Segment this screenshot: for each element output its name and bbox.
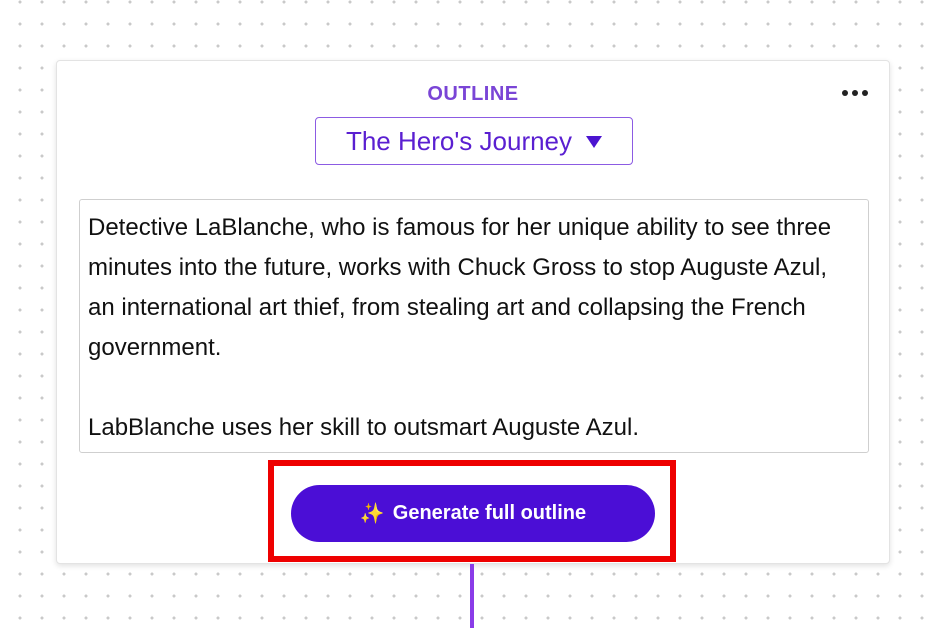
outline-template-select[interactable]: The Hero's Journey [315, 117, 633, 165]
generate-full-outline-button[interactable]: ✨ Generate full outline [291, 485, 655, 542]
sparkles-icon: ✨ [359, 503, 385, 525]
connector-line [470, 564, 474, 628]
caret-down-icon [586, 136, 603, 148]
premise-paragraph-1: Detective LaBlanche, who is famous for h… [88, 214, 838, 361]
card-label: OUTLINE [427, 83, 519, 105]
premise-textarea[interactable]: Detective LaBlanche, who is famous for h… [79, 199, 869, 453]
premise-paragraph-2: LabBlanche uses her skill to outsmart Au… [88, 414, 639, 441]
more-options-button[interactable] [837, 83, 873, 103]
generate-button-label: Generate full outline [392, 502, 587, 524]
more-icon-dot [862, 90, 868, 96]
select-value: The Hero's Journey [345, 125, 573, 156]
more-icon-dot [852, 90, 858, 96]
more-icon-dot [842, 90, 848, 96]
